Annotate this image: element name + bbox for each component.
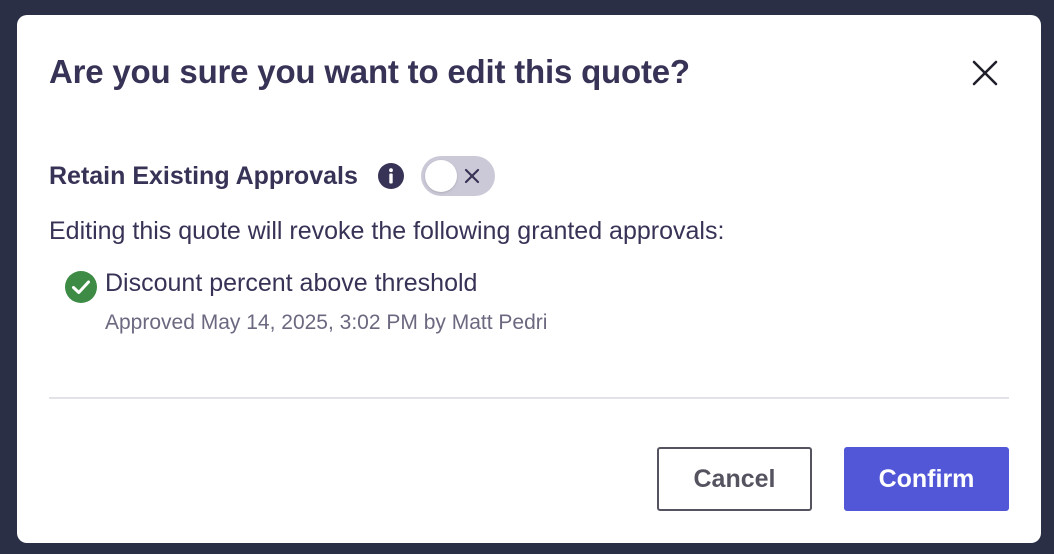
close-button[interactable] [965,53,1005,93]
info-icon[interactable] [377,162,405,190]
approval-meta: Approved May 14, 2025, 3:02 PM by Matt P… [105,311,548,334]
cancel-button[interactable]: Cancel [657,447,812,511]
check-circle-icon [65,271,97,303]
footer-divider [49,397,1009,399]
retain-approvals-row: Retain Existing Approvals [49,155,495,197]
toggle-off-icon [464,168,479,184]
close-icon [972,60,998,86]
revoke-description: Editing this quote will revoke the follo… [49,217,725,245]
edit-quote-dialog: Are you sure you want to edit this quote… [17,15,1041,543]
confirm-button[interactable]: Confirm [844,447,1009,511]
retain-approvals-label: Retain Existing Approvals [49,161,358,190]
approval-name: Discount percent above threshold [105,269,478,297]
retain-approvals-toggle[interactable] [420,156,495,196]
dialog-title: Are you sure you want to edit this quote… [49,53,690,90]
toggle-knob [424,160,457,192]
